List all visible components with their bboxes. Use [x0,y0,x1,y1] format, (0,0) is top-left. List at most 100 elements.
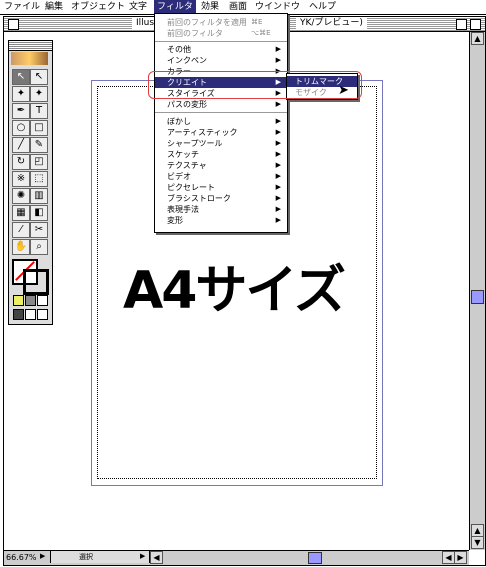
gradient-mode-icon[interactable] [25,295,36,306]
hand-tool-icon[interactable]: ✋ [12,239,30,255]
submenu-arrow-icon: ▶ [275,139,281,147]
menu-effect[interactable]: 効果 [198,0,222,14]
menu-item-label: テクスチャ [167,161,207,170]
gradient-tool-icon[interactable]: ◧ [30,205,48,221]
stroke-swatch-icon[interactable] [23,269,49,295]
submenu-arrow-icon: ▶ [275,205,281,213]
menu-item-label: ピクセレート [167,183,215,192]
toolbox-logo-icon [11,52,48,65]
menu-file[interactable]: ファイル [1,0,43,14]
menu-item-apply-last-filter[interactable]: 前回のフィルタを適用 ⌘E [155,17,287,28]
status-arrow-icon[interactable]: ▶ [140,552,145,560]
menu-shortcut: ⌥⌘E [251,29,271,37]
menu-item-label: 表現手法 [167,205,199,214]
toolbox-title-bar[interactable] [9,41,52,51]
menu-item-ink-pen[interactable]: インクペン ▶ [155,55,287,66]
submenu-arrow-icon: ▶ [275,100,281,108]
none-mode-icon[interactable] [37,295,48,306]
zoom-tool-icon[interactable]: ⌕ [30,239,48,255]
window-title-right: YK/プレビュー) [296,17,367,30]
menu-item-sketch[interactable]: スケッチ ▶ [155,149,287,160]
menu-item-label: ぼかし [167,117,191,126]
menu-item-sharpen[interactable]: シャープツール ▶ [155,138,287,149]
menu-item-blur[interactable]: ぼかし ▶ [155,116,287,127]
scroll-down-arrow-icon[interactable]: ▼ [471,536,484,549]
menu-item-label: ブラシストローク [167,194,231,203]
menu-item-distort-2[interactable]: 変形 ▶ [155,215,287,226]
menu-help[interactable]: ヘルプ [306,0,339,14]
status-mode[interactable]: 選択 [50,551,150,563]
menu-view[interactable]: 画面 [226,0,250,14]
menu-item-artistic[interactable]: アーティスティック ▶ [155,127,287,138]
zoom-box-icon[interactable] [456,19,467,30]
type-tool-icon[interactable]: T [30,103,48,119]
menu-filter[interactable]: フィルタ [154,0,196,14]
collapse-box-icon[interactable] [470,19,481,30]
rectangle-tool-icon[interactable]: □ [30,120,48,136]
menu-window[interactable]: ウインドウ [252,0,303,14]
scroll-left-icon[interactable]: ◀ [150,551,163,564]
menu-separator [155,41,287,42]
zoom-level[interactable]: 66.67% [6,553,37,562]
scissors-tool-icon[interactable]: ✂ [30,222,48,238]
zoom-arrow-icon[interactable]: ▶ [40,552,48,562]
full-screen-icon[interactable] [37,309,48,320]
scale-tool-icon[interactable]: ◰ [30,154,48,170]
menu-item-pixelate[interactable]: ピクセレート ▶ [155,182,287,193]
submenu-arrow-icon: ▶ [275,194,281,202]
pen-tool-icon[interactable]: ✒ [12,103,30,119]
warp-tool-icon[interactable]: ※ [12,171,30,187]
vertical-scroll-thumb[interactable] [471,290,484,304]
menu-type[interactable]: 文字 [126,0,150,14]
menu-item-video[interactable]: ビデオ ▶ [155,171,287,182]
submenu-arrow-icon: ▶ [275,117,281,125]
mouse-cursor-icon: ➤ [338,83,349,98]
ellipse-tool-icon[interactable]: ○ [12,120,30,136]
menu-item-texture[interactable]: テクスチャ ▶ [155,160,287,171]
submenu-arrow-icon: ▶ [275,161,281,169]
menu-item-label: 前回のフィルタを適用 [167,18,247,27]
graph-tool-icon[interactable]: ▥ [30,188,48,204]
menu-item-last-filter[interactable]: 前回のフィルタ ⌥⌘E [155,28,287,39]
menu-edit[interactable]: 編集 [42,0,66,14]
annotation-highlight-box [148,71,362,99]
menu-item-label: インクペン [167,56,207,65]
rotate-tool-icon[interactable]: ↻ [12,154,30,170]
eyedropper-tool-icon[interactable]: ⁄ [12,222,30,238]
big-heading-text[interactable]: A4サイズ [123,248,346,323]
pencil-tool-icon[interactable]: ✎ [30,137,48,153]
menu-separator [155,112,287,113]
menu-item-label: スケッチ [167,150,199,159]
direct-selection-tool-icon[interactable]: ↖ [30,69,48,85]
submenu-arrow-icon: ▶ [275,216,281,224]
menu-item-distort[interactable]: パスの変形 ▶ [155,99,287,110]
submenu-arrow-icon: ▶ [275,45,281,53]
standard-screen-icon[interactable] [13,309,24,320]
horizontal-scrollbar[interactable]: 66.67% ▶ 選択 ▶ ◀ ◀ ▶ [4,550,469,565]
selection-tool-icon[interactable]: ↖ [12,69,30,85]
horizontal-scroll-thumb[interactable] [308,552,322,564]
submenu-arrow-icon: ▶ [275,183,281,191]
paintbrush-tool-icon[interactable]: ╱ [12,137,30,153]
color-mode-icon[interactable] [13,295,24,306]
scroll-right-icon[interactable]: ▶ [454,551,467,564]
menu-item-stylize-2[interactable]: 表現手法 ▶ [155,204,287,215]
close-box-icon[interactable] [8,19,19,30]
submenu-arrow-icon: ▶ [275,56,281,64]
scroll-up-icon[interactable]: ▲ [471,32,484,45]
submenu-arrow-icon: ▶ [275,150,281,158]
mesh-tool-icon[interactable]: ▦ [12,205,30,221]
menu-item-label: シャープツール [167,139,223,148]
menu-item-label: パスの変形 [167,100,207,109]
magic-wand-tool-icon[interactable]: ✦ [12,86,30,102]
menu-item-other[interactable]: その他 ▶ [155,44,287,55]
menu-item-brush-strokes[interactable]: ブラシストローク ▶ [155,193,287,204]
vertical-scrollbar[interactable]: ▲ ▲ ▼ [469,32,485,550]
submenu-arrow-icon: ▶ [275,172,281,180]
free-transform-tool-icon[interactable]: ⬚ [30,171,48,187]
menu-item-label: ビデオ [167,172,191,181]
lasso-tool-icon[interactable]: ✦ [30,86,48,102]
symbol-sprayer-tool-icon[interactable]: ✺ [12,188,30,204]
menu-object[interactable]: オブジェクト [68,0,128,14]
full-screen-menu-icon[interactable] [25,309,36,320]
